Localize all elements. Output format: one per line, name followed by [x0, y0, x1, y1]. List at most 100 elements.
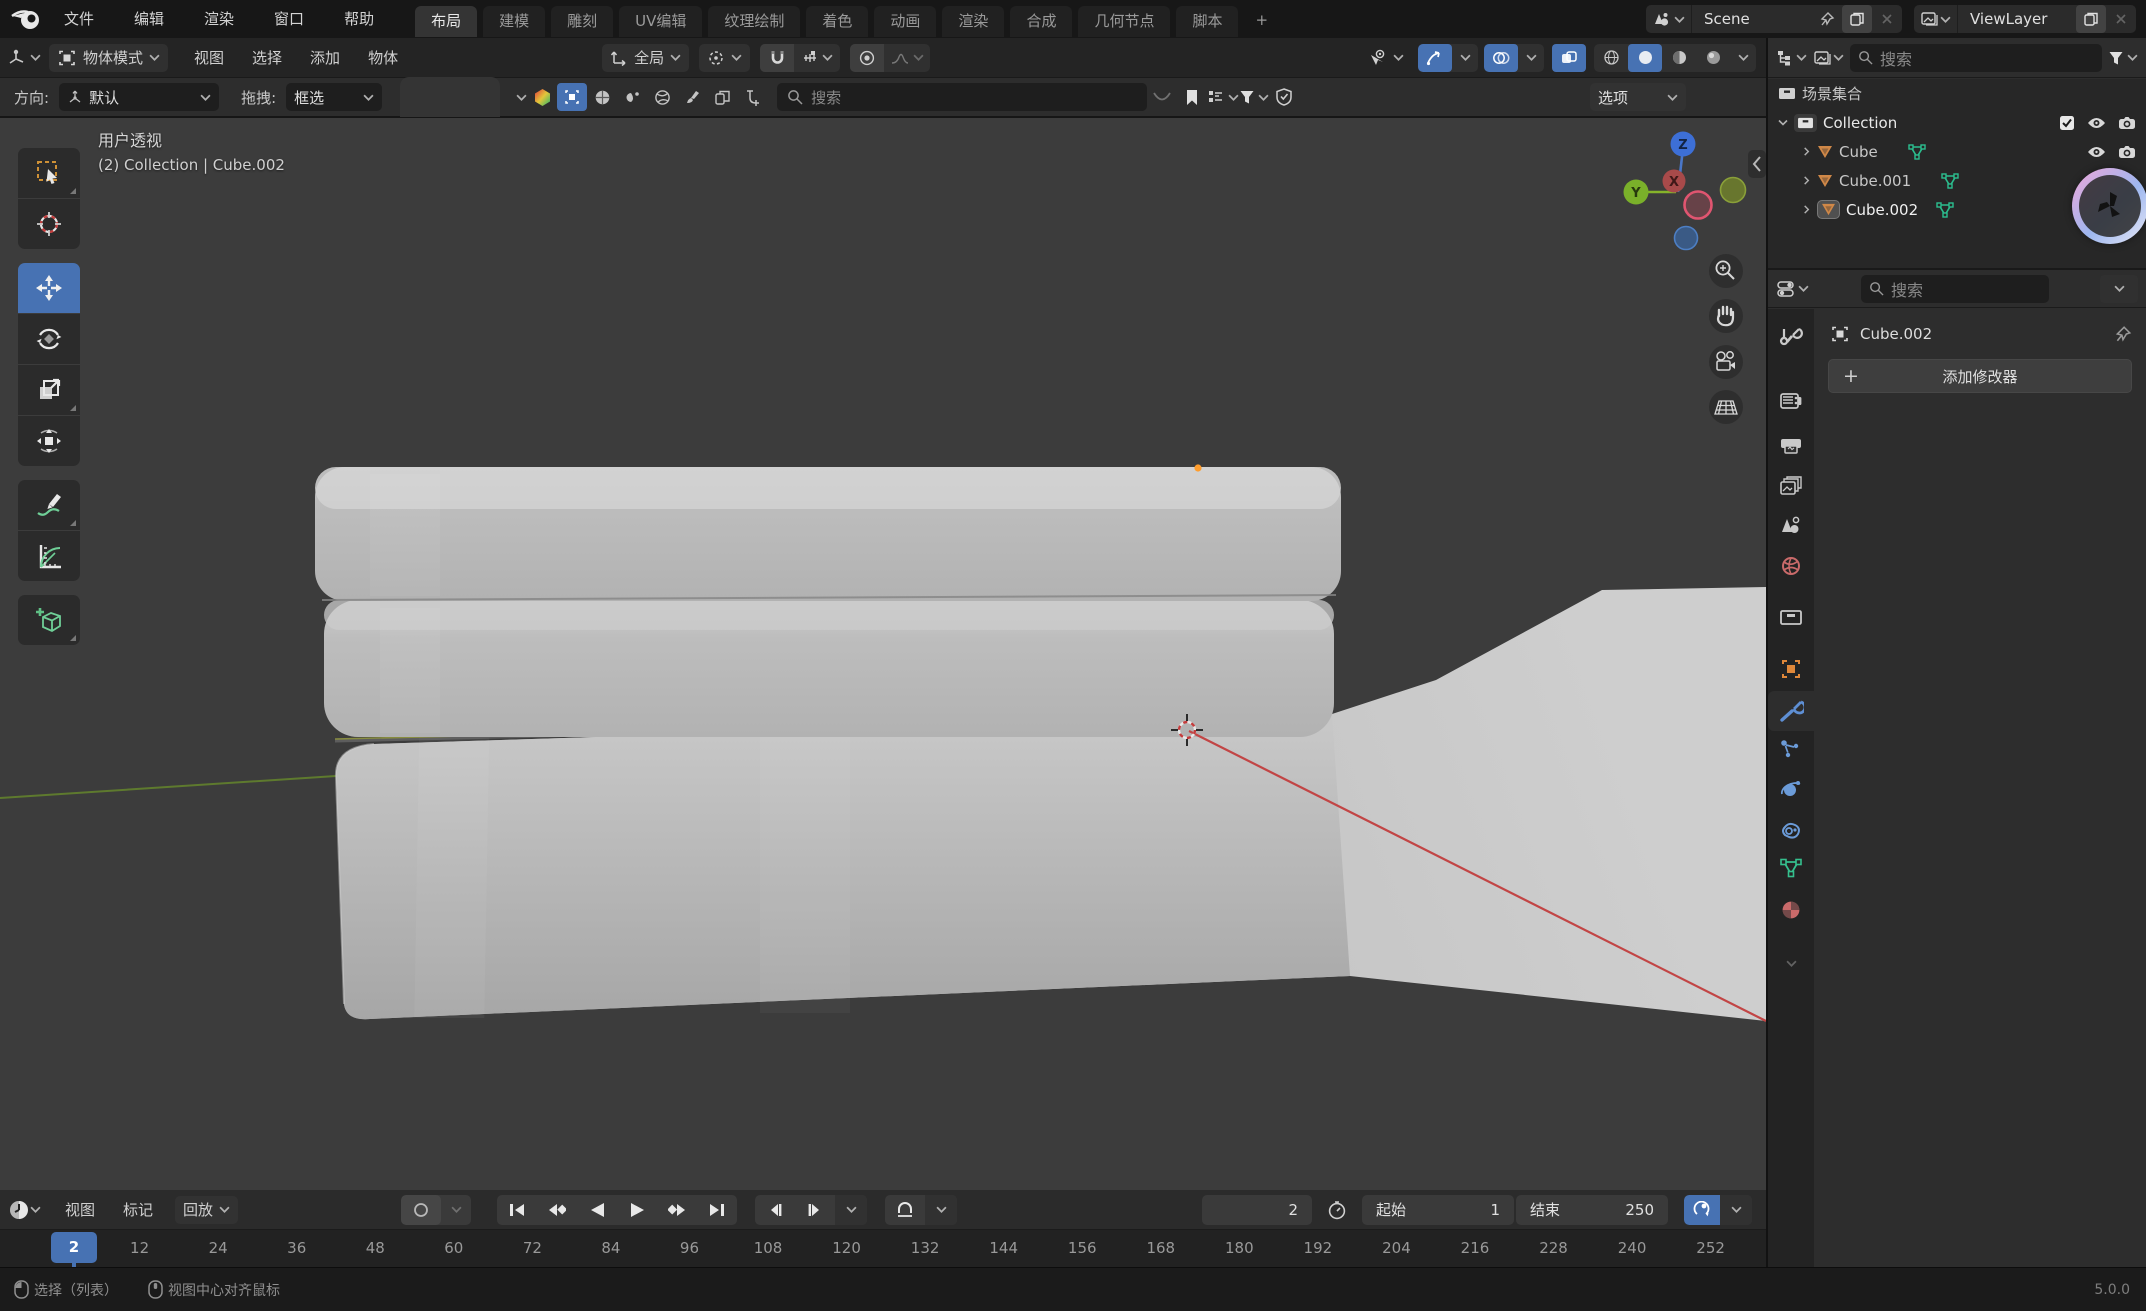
zoom-view-button[interactable]: [1709, 254, 1743, 288]
properties-search-input[interactable]: 搜索: [1861, 275, 2049, 303]
direction-dropdown[interactable]: 默认: [59, 83, 219, 111]
collapse-chevron-icon[interactable]: [1803, 147, 1810, 156]
snap-toggle[interactable]: [760, 44, 794, 72]
tool-move[interactable]: [18, 263, 80, 313]
shading-solid[interactable]: [1628, 44, 1662, 72]
current-frame-indicator[interactable]: 2: [51, 1232, 97, 1263]
loop-dropdown[interactable]: [925, 1195, 957, 1225]
collapse-chevron-icon[interactable]: [1803, 205, 1810, 214]
frame-forward-button[interactable]: [795, 1195, 835, 1225]
copy-icon[interactable]: [1842, 5, 1872, 33]
eye-icon[interactable]: [2087, 116, 2106, 130]
menu-edit[interactable]: 编辑: [114, 0, 184, 38]
visibility-selector[interactable]: [1360, 44, 1412, 72]
breadcrumb-object-name[interactable]: Cube.002: [1860, 325, 1932, 343]
proportional-edit-toggle[interactable]: [850, 44, 884, 72]
gizmo-z-neg-ball[interactable]: [1675, 227, 1698, 250]
display-mode-selector[interactable]: [1207, 83, 1239, 111]
frame-end-field[interactable]: 结束 250: [1516, 1195, 1668, 1225]
tab-workspace-modeling[interactable]: 建模: [483, 6, 545, 37]
copy-icon[interactable]: [2076, 5, 2106, 33]
gizmo-x-neg-ball[interactable]: [1685, 192, 1712, 219]
curve-tool-icon[interactable]: [1147, 83, 1177, 111]
loop-toggle[interactable]: [885, 1195, 925, 1225]
overlays-dropdown[interactable]: [1518, 44, 1544, 72]
outliner-row-scene-collection[interactable]: 场景集合: [1768, 79, 2146, 108]
checkbox-icon[interactable]: [2059, 115, 2075, 131]
next-keyframe-button[interactable]: [657, 1195, 697, 1225]
tab-workspace-animation[interactable]: 动画: [874, 6, 936, 37]
tab-object-data[interactable]: [1768, 848, 1814, 888]
tab-workspace-geonodes[interactable]: 几何节点: [1078, 6, 1170, 37]
menu-view[interactable]: 视图: [180, 47, 238, 68]
expand-chevron-icon[interactable]: [1778, 119, 1788, 126]
pan-view-button[interactable]: [1709, 299, 1743, 333]
tab-output[interactable]: [1768, 424, 1814, 464]
close-icon[interactable]: [2106, 5, 2136, 33]
shading-wireframe[interactable]: [1594, 44, 1628, 72]
menu-select[interactable]: 选择: [238, 47, 296, 68]
filter-select-icon[interactable]: [557, 83, 587, 111]
snap-target-selector[interactable]: [794, 44, 840, 72]
show-overlays-toggle[interactable]: [1484, 44, 1518, 72]
filter-duplicate-icon[interactable]: [707, 83, 737, 111]
pivot-point-selector[interactable]: [699, 44, 750, 72]
camera-view-button[interactable]: [1709, 345, 1743, 379]
tab-physics[interactable]: [1768, 769, 1814, 809]
outliner-filter[interactable]: [2108, 44, 2138, 72]
outliner-search-input[interactable]: 搜索: [1850, 44, 2102, 72]
pin-icon[interactable]: [1812, 5, 1842, 33]
tab-workspace-rendertab[interactable]: 渲染: [942, 6, 1004, 37]
bookmark-icon[interactable]: [1177, 83, 1207, 111]
tool-cursor[interactable]: [18, 199, 80, 249]
scene-browse-button[interactable]: [1646, 5, 1692, 33]
tab-render[interactable]: [1768, 381, 1814, 421]
tab-constraints[interactable]: [1768, 810, 1814, 850]
autokey-dropdown[interactable]: [441, 1195, 471, 1225]
outliner-row-cube[interactable]: Cube: [1768, 137, 2146, 166]
tab-workspace-shading[interactable]: 着色: [806, 6, 868, 37]
timeline-menu-view[interactable]: 视图: [51, 1199, 109, 1220]
tab-workspace-layout[interactable]: 布局: [415, 6, 477, 37]
timeline-menu-playback[interactable]: 回放: [175, 1196, 238, 1224]
current-frame-field[interactable]: 2: [1202, 1195, 1312, 1225]
keying-dropdown[interactable]: [1720, 1195, 1752, 1225]
editor-type-icon[interactable]: [8, 44, 41, 72]
sidebar-collapse-tab[interactable]: [1748, 150, 1766, 178]
blender-logo[interactable]: [10, 6, 44, 32]
tool-measure[interactable]: [18, 531, 80, 581]
prev-keyframe-button[interactable]: [537, 1195, 577, 1225]
outliner-editor-type[interactable]: [1776, 44, 1807, 72]
eye-icon[interactable]: [2087, 145, 2106, 159]
filter-world-icon[interactable]: [647, 83, 677, 111]
menu-object[interactable]: 物体: [354, 47, 412, 68]
camera-icon[interactable]: [2118, 145, 2136, 159]
tab-modifiers[interactable]: [1768, 691, 1814, 731]
tool-scale[interactable]: [18, 365, 80, 415]
frame-step-dropdown[interactable]: [835, 1195, 867, 1225]
filter-brush-icon[interactable]: [677, 83, 707, 111]
shading-rendered[interactable]: [1696, 44, 1730, 72]
add-modifier-button[interactable]: + 添加修改器: [1828, 359, 2132, 393]
tab-collection-props[interactable]: [1768, 597, 1814, 637]
menu-render[interactable]: 渲染: [184, 0, 254, 38]
tool-search-input[interactable]: 搜索: [777, 83, 1147, 111]
tab-scene[interactable]: [1768, 505, 1814, 545]
scene-name[interactable]: Scene: [1692, 10, 1812, 28]
menu-file[interactable]: 文件: [44, 0, 114, 38]
tab-object[interactable]: [1768, 649, 1814, 689]
tab-workspace-sculpt[interactable]: 雕刻: [551, 6, 613, 37]
tab-world[interactable]: [1768, 546, 1814, 586]
filter-curve-icon[interactable]: [737, 83, 767, 111]
tool-annotate[interactable]: [18, 480, 80, 530]
material-ball-icon[interactable]: [527, 83, 557, 111]
tab-workspace-compositing[interactable]: 合成: [1010, 6, 1072, 37]
menu-help[interactable]: 帮助: [324, 0, 394, 38]
gizmo-dropdown[interactable]: [1452, 44, 1478, 72]
xray-toggle[interactable]: [1552, 44, 1586, 72]
shield-icon[interactable]: [1269, 83, 1299, 111]
shading-material[interactable]: [1662, 44, 1696, 72]
jump-start-button[interactable]: [497, 1195, 537, 1225]
ortho-toggle-button[interactable]: [1709, 390, 1743, 424]
transform-orientation[interactable]: 全局: [602, 44, 689, 72]
